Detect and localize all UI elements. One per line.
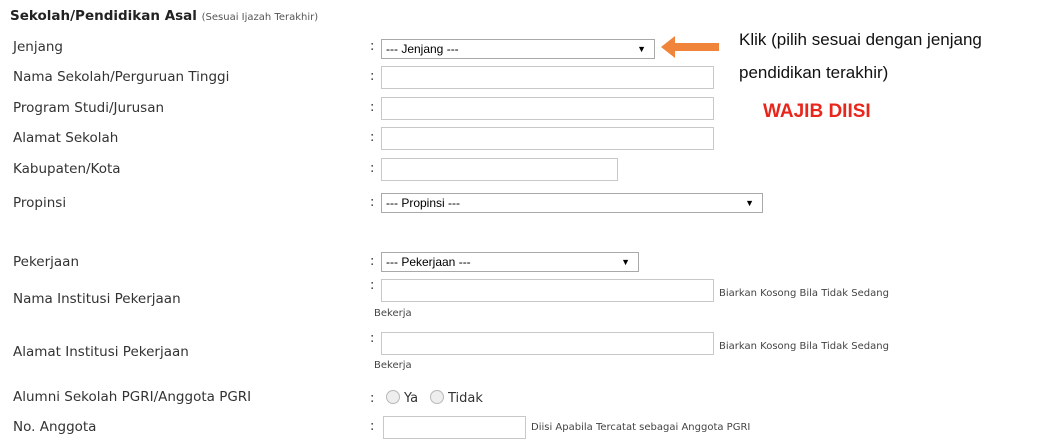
jenjang-select[interactable]: --- Jenjang --- ▼ [381, 39, 655, 59]
chevron-down-icon: ▼ [745, 198, 754, 208]
chevron-down-icon: ▼ [637, 44, 646, 54]
callout-text-line1: Klik (pilih sesuai dengan jenjang [739, 30, 982, 49]
colon: : [370, 39, 375, 54]
alumni-no-label: Tidak [448, 391, 483, 406]
program-studi-input[interactable] [381, 97, 714, 120]
nama-institusi-hint-continued: Bekerja [374, 308, 412, 319]
section-title-text: Sekolah/Pendidikan Asal [10, 8, 197, 24]
colon: : [370, 419, 375, 434]
alamat-institusi-hint-continued: Bekerja [374, 360, 412, 371]
propinsi-select-value: --- Propinsi --- [386, 196, 460, 210]
chevron-down-icon: ▼ [621, 257, 630, 267]
colon: : [370, 69, 375, 84]
alumni-no-radio[interactable] [430, 390, 444, 404]
pekerjaan-label: Pekerjaan [13, 254, 80, 270]
nama-sekolah-label: Nama Sekolah/Perguruan Tinggi [13, 69, 230, 85]
callout-text-line2: pendidikan terakhir) [739, 63, 889, 82]
colon: : [370, 391, 375, 406]
propinsi-select[interactable]: --- Propinsi --- ▼ [381, 193, 763, 213]
nama-sekolah-input[interactable] [381, 66, 714, 89]
jenjang-select-value: --- Jenjang --- [386, 42, 459, 56]
arrow-left-icon [661, 36, 719, 58]
colon: : [370, 130, 375, 145]
alumni-yes-label: Ya [404, 391, 419, 406]
colon: : [370, 100, 375, 115]
alumni-label: Alumni Sekolah PGRI/Anggota PGRI [13, 389, 252, 405]
no-anggota-label: No. Anggota [13, 419, 97, 435]
alamat-institusi-input[interactable] [381, 332, 714, 355]
nama-institusi-input[interactable] [381, 279, 714, 302]
no-anggota-hint: Diisi Apabila Tercatat sebagai Anggota P… [531, 422, 751, 433]
propinsi-label: Propinsi [13, 195, 67, 211]
alamat-institusi-label: Alamat Institusi Pekerjaan [13, 344, 189, 360]
kabupaten-input[interactable] [381, 158, 618, 181]
colon: : [370, 254, 375, 269]
alamat-sekolah-input[interactable] [381, 127, 714, 150]
arrow-left-icon [661, 36, 719, 58]
nama-institusi-hint: Biarkan Kosong Bila Tidak Sedang [719, 288, 889, 299]
colon: : [370, 278, 375, 293]
colon: : [370, 331, 375, 346]
colon: : [370, 161, 375, 176]
kabupaten-label: Kabupaten/Kota [13, 161, 121, 177]
section-subtitle: (Sesuai Ijazah Terakhir) [201, 12, 319, 23]
pekerjaan-select-value: --- Pekerjaan --- [386, 255, 471, 269]
section-title: Sekolah/Pendidikan Asal (Sesuai Ijazah T… [10, 8, 318, 24]
program-studi-label: Program Studi/Jurusan [13, 100, 165, 116]
nama-institusi-label: Nama Institusi Pekerjaan [13, 291, 181, 307]
required-notice: WAJIB DIISI [763, 101, 871, 122]
no-anggota-input[interactable] [383, 416, 526, 439]
alamat-sekolah-label: Alamat Sekolah [13, 130, 119, 146]
jenjang-label: Jenjang [13, 39, 63, 55]
pekerjaan-select[interactable]: --- Pekerjaan --- ▼ [381, 252, 639, 272]
alumni-yes-radio[interactable] [386, 390, 400, 404]
colon: : [370, 195, 375, 210]
alamat-institusi-hint: Biarkan Kosong Bila Tidak Sedang [719, 341, 889, 352]
